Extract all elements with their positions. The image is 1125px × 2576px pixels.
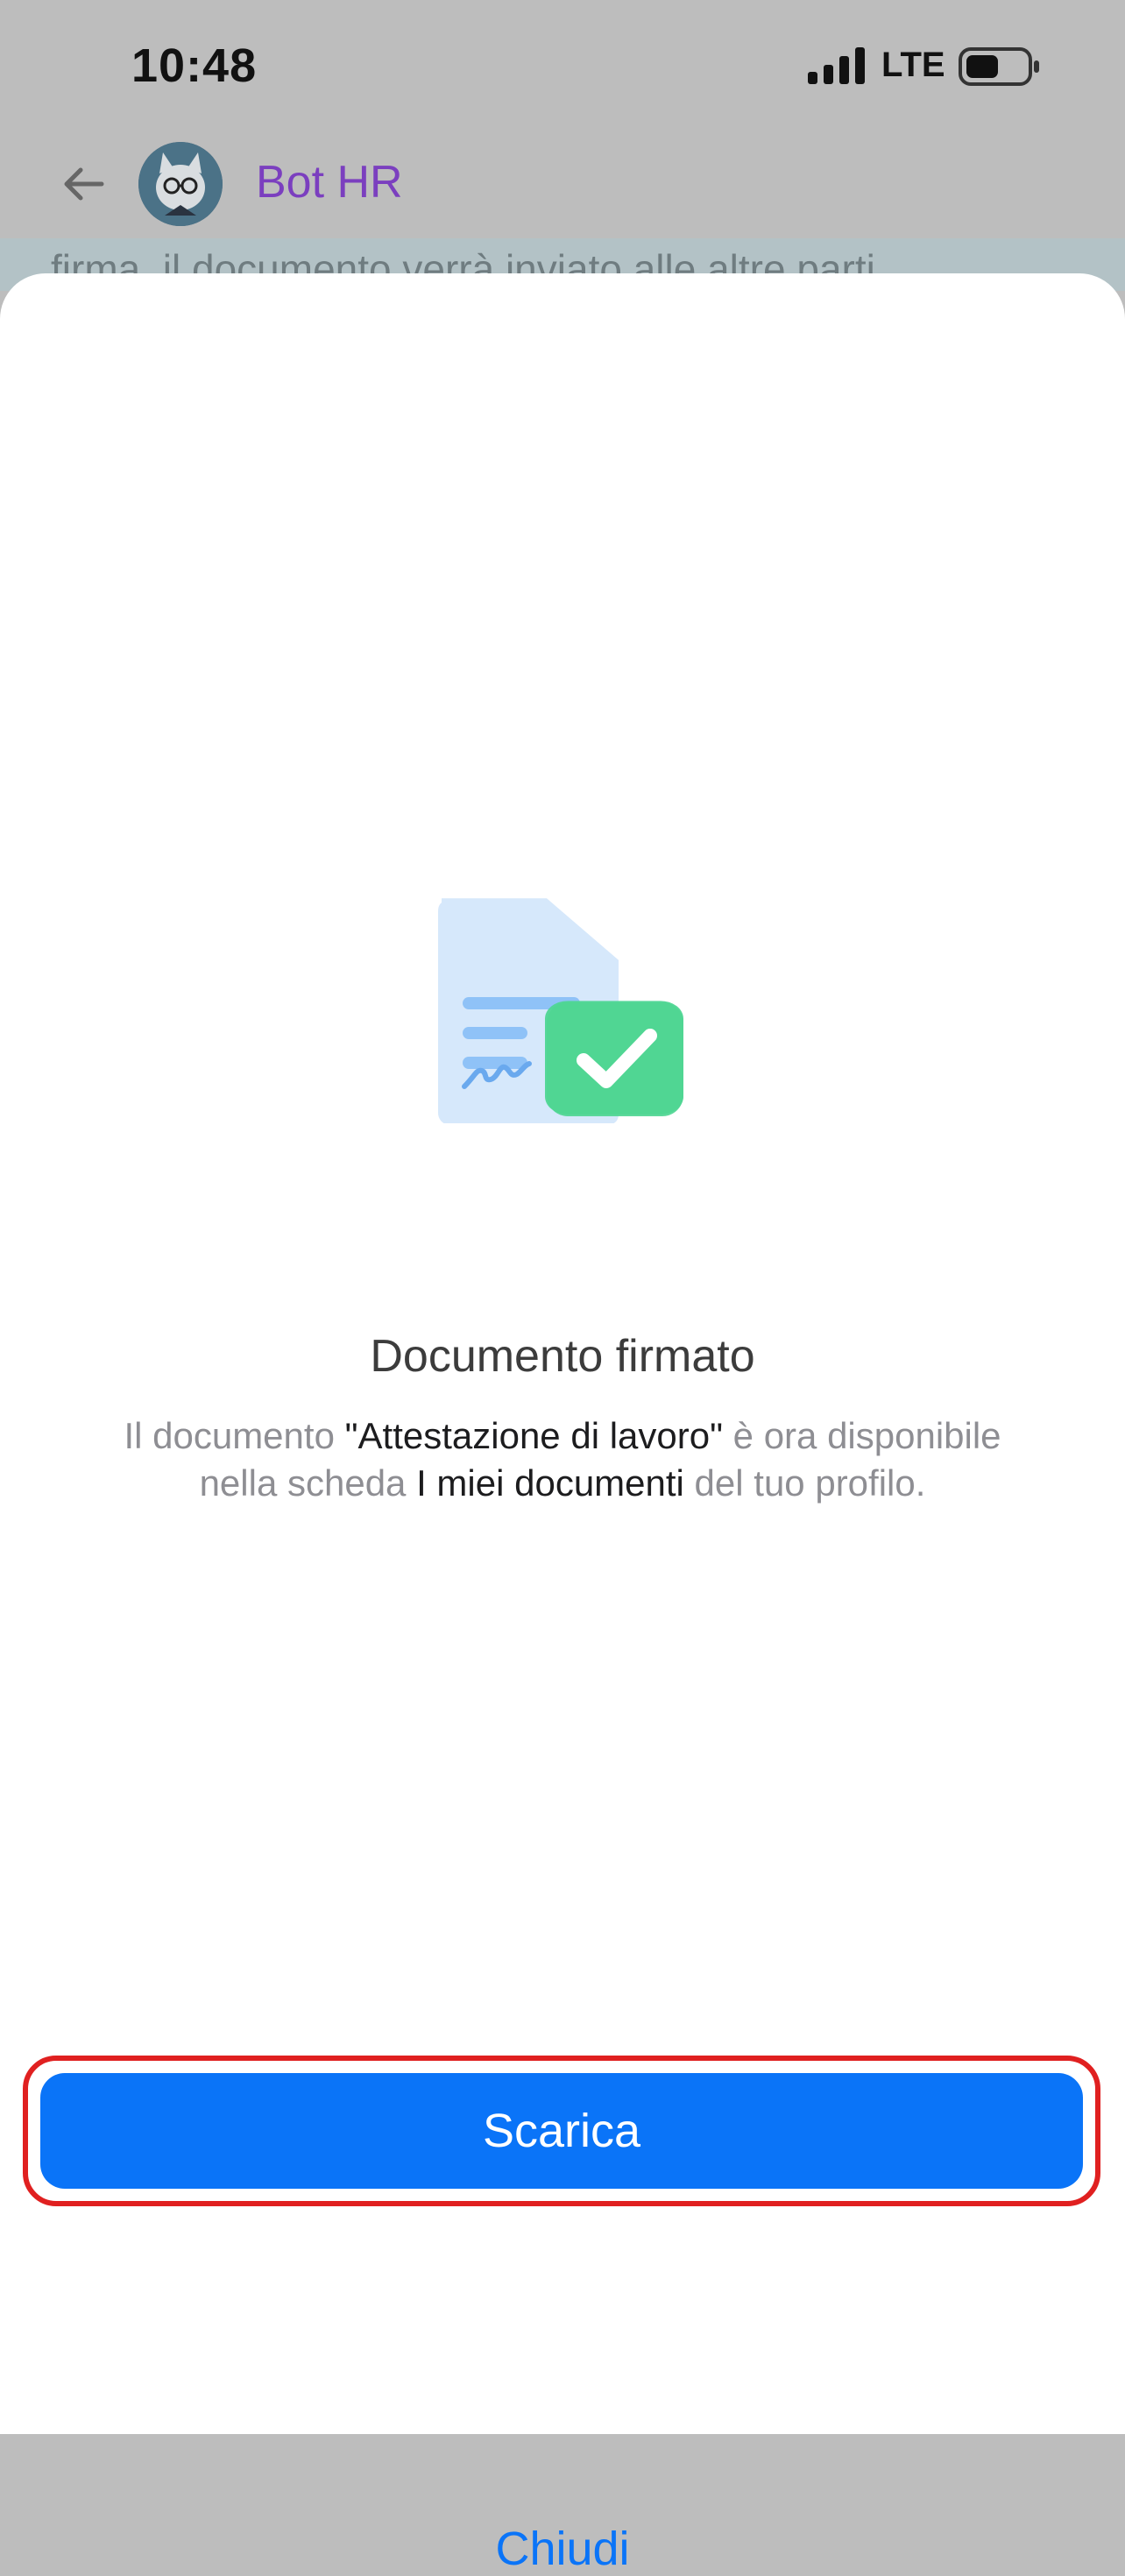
sheet-message: Il documento "Attestazione di lavoro" è … — [114, 1412, 1011, 1507]
sheet-title: Documento firmato — [370, 1331, 755, 1382]
document-name: "Attestazione di lavoro" — [344, 1415, 723, 1456]
document-signed-icon — [438, 898, 683, 1123]
status-time: 10:48 — [131, 39, 258, 92]
download-highlight: Scarica — [23, 2056, 1100, 2206]
back-arrow-icon[interactable] — [58, 158, 110, 210]
network-type: LTE — [881, 46, 945, 84]
close-button[interactable]: Chiudi — [0, 2522, 1125, 2576]
my-documents-tab-name: I miei documenti — [416, 1462, 684, 1504]
chat-header: Bot HR — [0, 131, 1125, 237]
download-button[interactable]: Scarica — [40, 2073, 1083, 2189]
avatar[interactable] — [138, 142, 223, 226]
signal-icon — [808, 47, 865, 84]
status-bar: 10:48 LTE — [0, 0, 1125, 131]
battery-icon — [959, 47, 1039, 86]
message-text: Il documento — [124, 1415, 345, 1456]
document-signed-sheet: Documento firmato Il documento "Attestaz… — [0, 273, 1125, 2575]
message-text: del tuo profilo. — [683, 1462, 926, 1504]
chat-title: Bot HR — [256, 157, 403, 208]
